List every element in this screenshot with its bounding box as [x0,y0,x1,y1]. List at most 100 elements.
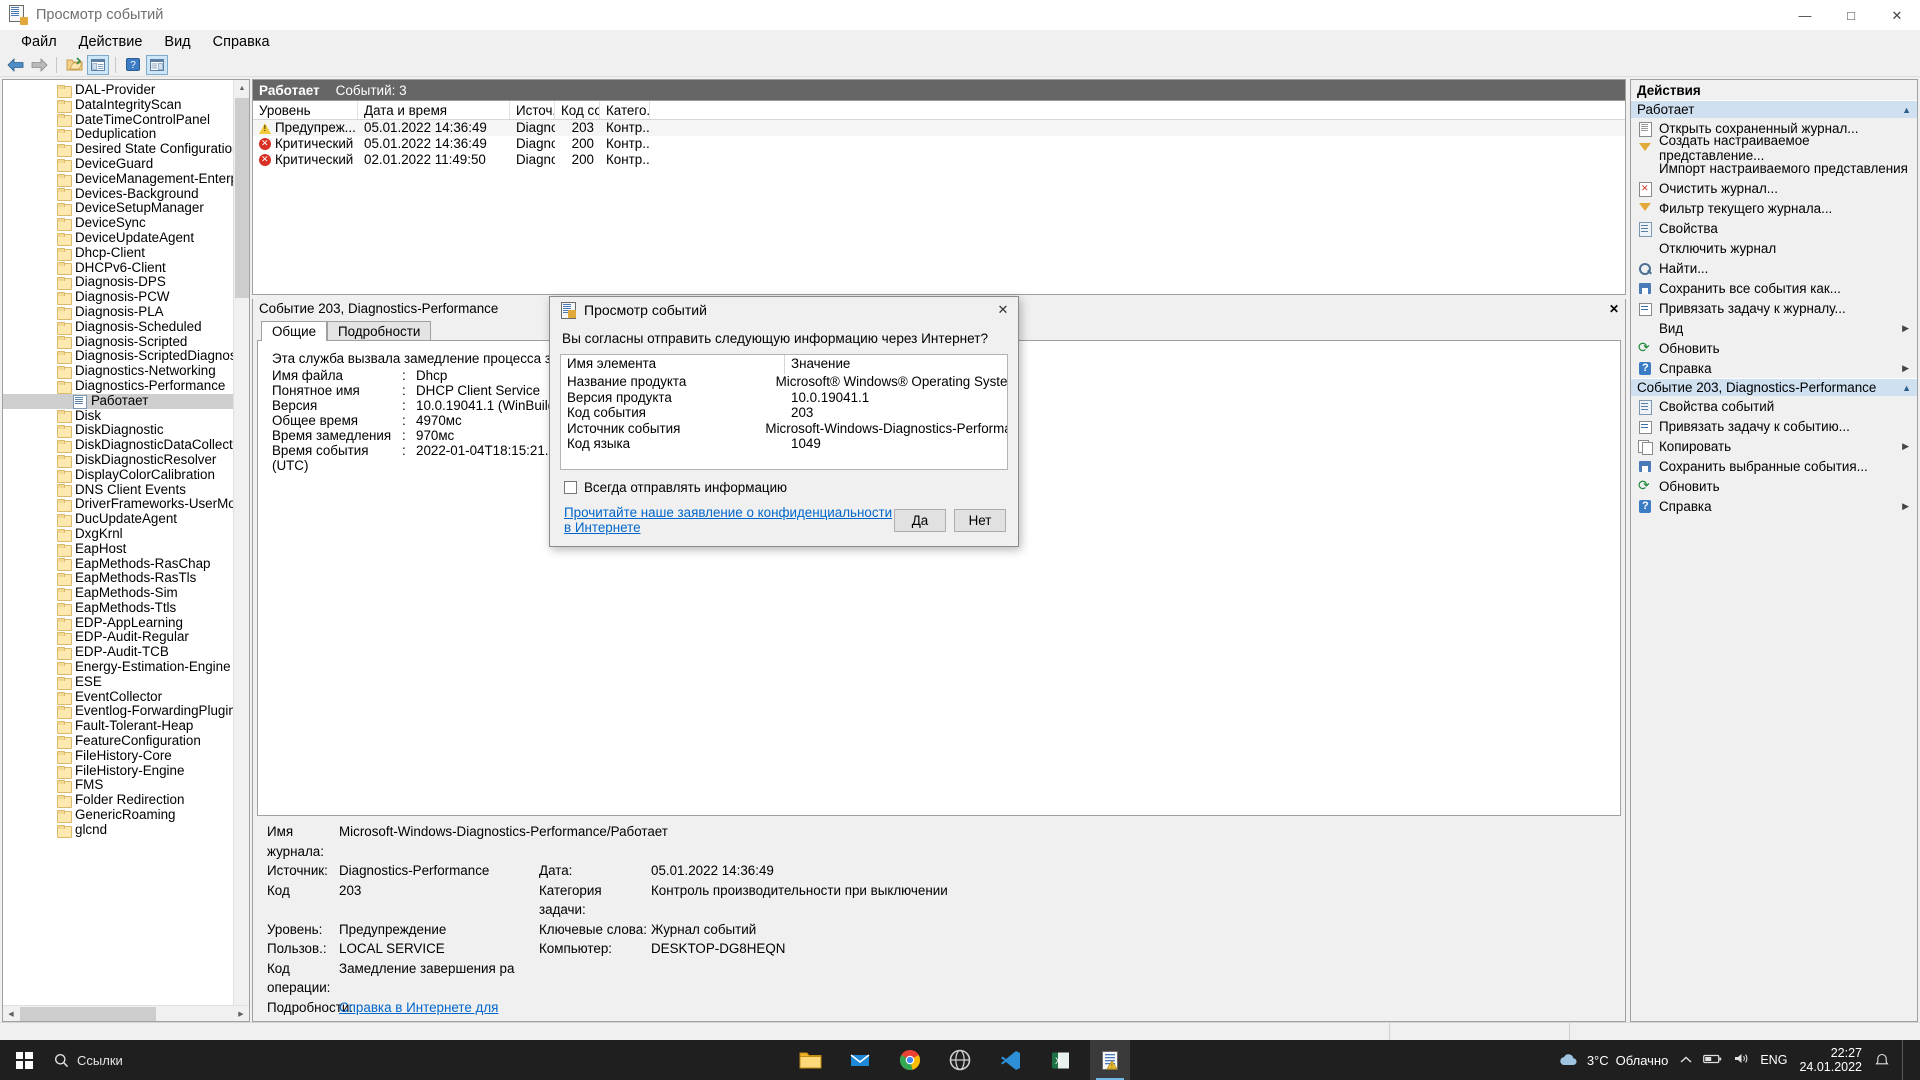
tree-item-devices-background[interactable]: ›Devices-Background [3,186,249,202]
menu-view[interactable]: Вид [153,32,201,52]
tree-item-disk[interactable]: ›Disk [3,408,249,424]
tree-item-dxgkrnl[interactable]: ›DxgKrnl [3,526,249,542]
clock[interactable]: 22:27 24.01.2022 [1799,1046,1862,1074]
tree-item-eaphost[interactable]: ›EapHost [3,541,249,557]
action-item[interactable]: Найти... [1631,258,1917,278]
tree-item-ese[interactable]: ›ESE [3,674,249,690]
action-item[interactable]: Привязать задачу к событию... [1631,416,1917,436]
taskbar-search[interactable]: Ссылки [54,1053,123,1068]
file-explorer-icon[interactable] [790,1040,830,1080]
tree-item-devicemanagement-enterprise-d[interactable]: ›DeviceManagement-Enterprise-D [3,171,249,187]
tree-item--[interactable]: Работает [3,393,249,410]
show-hidden-icons-icon[interactable] [1680,1053,1692,1068]
tree-item-edp-audit-tcb[interactable]: ›EDP-Audit-TCB [3,644,249,661]
vscode-icon[interactable] [990,1040,1030,1080]
tree-item-dataintegrityscan[interactable]: ›DataIntegrityScan [3,97,249,113]
browser-icon[interactable] [940,1040,980,1080]
tree-item-diskdiagnostic[interactable]: ›DiskDiagnostic [3,423,249,439]
tree-item-fms[interactable]: ›FMS [3,778,249,794]
volume-icon[interactable] [1734,1052,1749,1068]
column-header-3[interactable]: Код со... [555,101,600,119]
always-send-checkbox[interactable] [564,481,577,494]
action-item[interactable]: Вид ▶ [1631,318,1917,338]
chevron-up-icon[interactable]: ▲ [1902,383,1911,393]
weather-widget[interactable]: 3°C Облачно [1558,1052,1668,1068]
action-item[interactable]: Фильтр текущего журнала... [1631,198,1917,218]
actions-group-header[interactable]: Работает ▲ [1631,100,1917,118]
chevron-right-icon[interactable]: ▶ [1902,323,1909,334]
tree-item-dhcp-client[interactable]: ›Dhcp-Client [3,245,249,261]
action-item[interactable]: Свойства [1631,218,1917,238]
column-header-4[interactable]: Катего... [600,101,650,119]
tree-item-fault-tolerant-heap[interactable]: ›Fault-Tolerant-Heap [3,718,249,735]
hscroll-thumb[interactable] [20,1007,156,1021]
chevron-right-icon[interactable]: ▶ [1902,441,1909,452]
tree-item-diagnosis-scripteddiagnosticspro[interactable]: ›Diagnosis-ScriptedDiagnosticsPro [3,349,249,365]
start-button[interactable] [0,1040,48,1080]
tree-horizontal-scrollbar[interactable]: ◀ ▶ [3,1005,249,1021]
forward-icon[interactable] [28,55,50,75]
scroll-thumb[interactable] [235,98,249,298]
tab-details[interactable]: Подробности [327,321,432,341]
dialog-close-button[interactable]: ✕ [988,297,1018,323]
actions-group-header[interactable]: Событие 203, Diagnostics-Performance ▲ [1631,378,1917,396]
action-item[interactable]: Сохранить все события как... [1631,278,1917,298]
tree-item-dhcpv6-client[interactable]: ›DHCPv6-Client [3,260,249,276]
tree-item-diagnostics-networking[interactable]: ›Diagnostics-Networking [3,363,249,380]
event-row[interactable]: Предупреж... 05.01.2022 14:36:49 Diagno...… [253,120,1625,136]
tree-item-devicesync[interactable]: ›DeviceSync [3,215,249,232]
chevron-right-icon[interactable]: ▶ [1902,501,1909,512]
action-item[interactable]: Очистить журнал... [1631,178,1917,198]
battery-icon[interactable] [1703,1053,1723,1068]
tree-item-ducupdateagent[interactable]: ›DucUpdateAgent [3,511,249,527]
tree-item-dal-provider[interactable]: ›DAL-Provider [3,82,249,98]
column-header-2[interactable]: Источ... [510,101,555,119]
action-item[interactable]: Обновить [1631,338,1917,358]
tree-item-eapmethods-ttls[interactable]: ›EapMethods-Ttls [3,600,249,616]
tree-item-diagnosis-scheduled[interactable]: ›Diagnosis-Scheduled [3,319,249,335]
tree-item-featureconfiguration[interactable]: ›FeatureConfiguration [3,733,249,749]
tree-item-energy-estimation-engine[interactable]: ›Energy-Estimation-Engine [3,659,249,675]
action-item[interactable]: Отключить журнал [1631,238,1917,258]
action-item[interactable]: Сохранить выбранные события... [1631,456,1917,476]
menu-file[interactable]: Файл [10,32,68,52]
action-item[interactable]: Свойства событий [1631,396,1917,416]
mail-icon[interactable] [840,1040,880,1080]
tree-item-filehistory-core[interactable]: ›FileHistory-Core [3,748,249,764]
event-row[interactable]: Критический 05.01.2022 14:36:49 Diagno... 2… [253,136,1625,152]
chrome-icon[interactable] [890,1040,930,1080]
tree-item-eapmethods-raschap[interactable]: ›EapMethods-RasChap [3,556,249,572]
close-button[interactable]: ✕ [1874,0,1920,31]
show-desktop-button[interactable] [1902,1040,1910,1080]
column-header-1[interactable]: Дата и время [358,101,510,119]
tree-item-eventlog-forwardingplugin[interactable]: ›Eventlog-ForwardingPlugin [3,704,249,720]
chevron-right-icon[interactable]: ▶ [1902,363,1909,374]
tree-item-driverframeworks-usermode[interactable]: ›DriverFrameworks-UserMode [3,497,249,513]
scroll-right-arrow[interactable]: ▶ [233,1006,249,1022]
summary-value[interactable]: Справка в Интернете для [339,998,539,1018]
tree-item-datetimecontrolpanel[interactable]: ›DateTimeControlPanel [3,112,249,128]
scroll-left-arrow[interactable]: ◀ [3,1006,19,1022]
action-item[interactable]: Справка ▶ [1631,358,1917,378]
tree-item-eventcollector[interactable]: ›EventCollector [3,689,249,705]
tree-item-desired-state-configuration[interactable]: ›Desired State Configuration [3,141,249,158]
tab-general[interactable]: Общие [261,321,328,341]
menu-action[interactable]: Действие [68,32,154,52]
help-icon[interactable]: ? [122,55,144,75]
show-hide-tree-icon[interactable] [87,54,109,75]
action-item[interactable]: Справка ▶ [1631,496,1917,516]
yes-button[interactable]: Да [894,508,946,532]
minimize-button[interactable]: — [1782,0,1828,31]
chevron-up-icon[interactable]: ▲ [1902,105,1911,115]
back-icon[interactable] [4,55,26,75]
detail-close-icon[interactable]: ✕ [1609,302,1619,316]
excel-icon[interactable]: X [1040,1040,1080,1080]
action-item[interactable]: Импорт настраиваемого представления [1631,158,1917,178]
tree-item-diagnosis-dps[interactable]: ›Diagnosis-DPS [3,275,249,291]
event-viewer-icon[interactable]: ! [1090,1040,1130,1080]
tree-item-diskdiagnosticdatacollector[interactable]: ›DiskDiagnosticDataCollector [3,437,249,454]
tree-item-dns-client-events[interactable]: ›DNS Client Events [3,482,249,498]
tree-item-displaycolorcalibration[interactable]: ›DisplayColorCalibration [3,467,249,483]
tree-item-diagnosis-pcw[interactable]: ›Diagnosis-PCW [3,289,249,306]
tree-item-filehistory-engine[interactable]: ›FileHistory-Engine [3,763,249,779]
